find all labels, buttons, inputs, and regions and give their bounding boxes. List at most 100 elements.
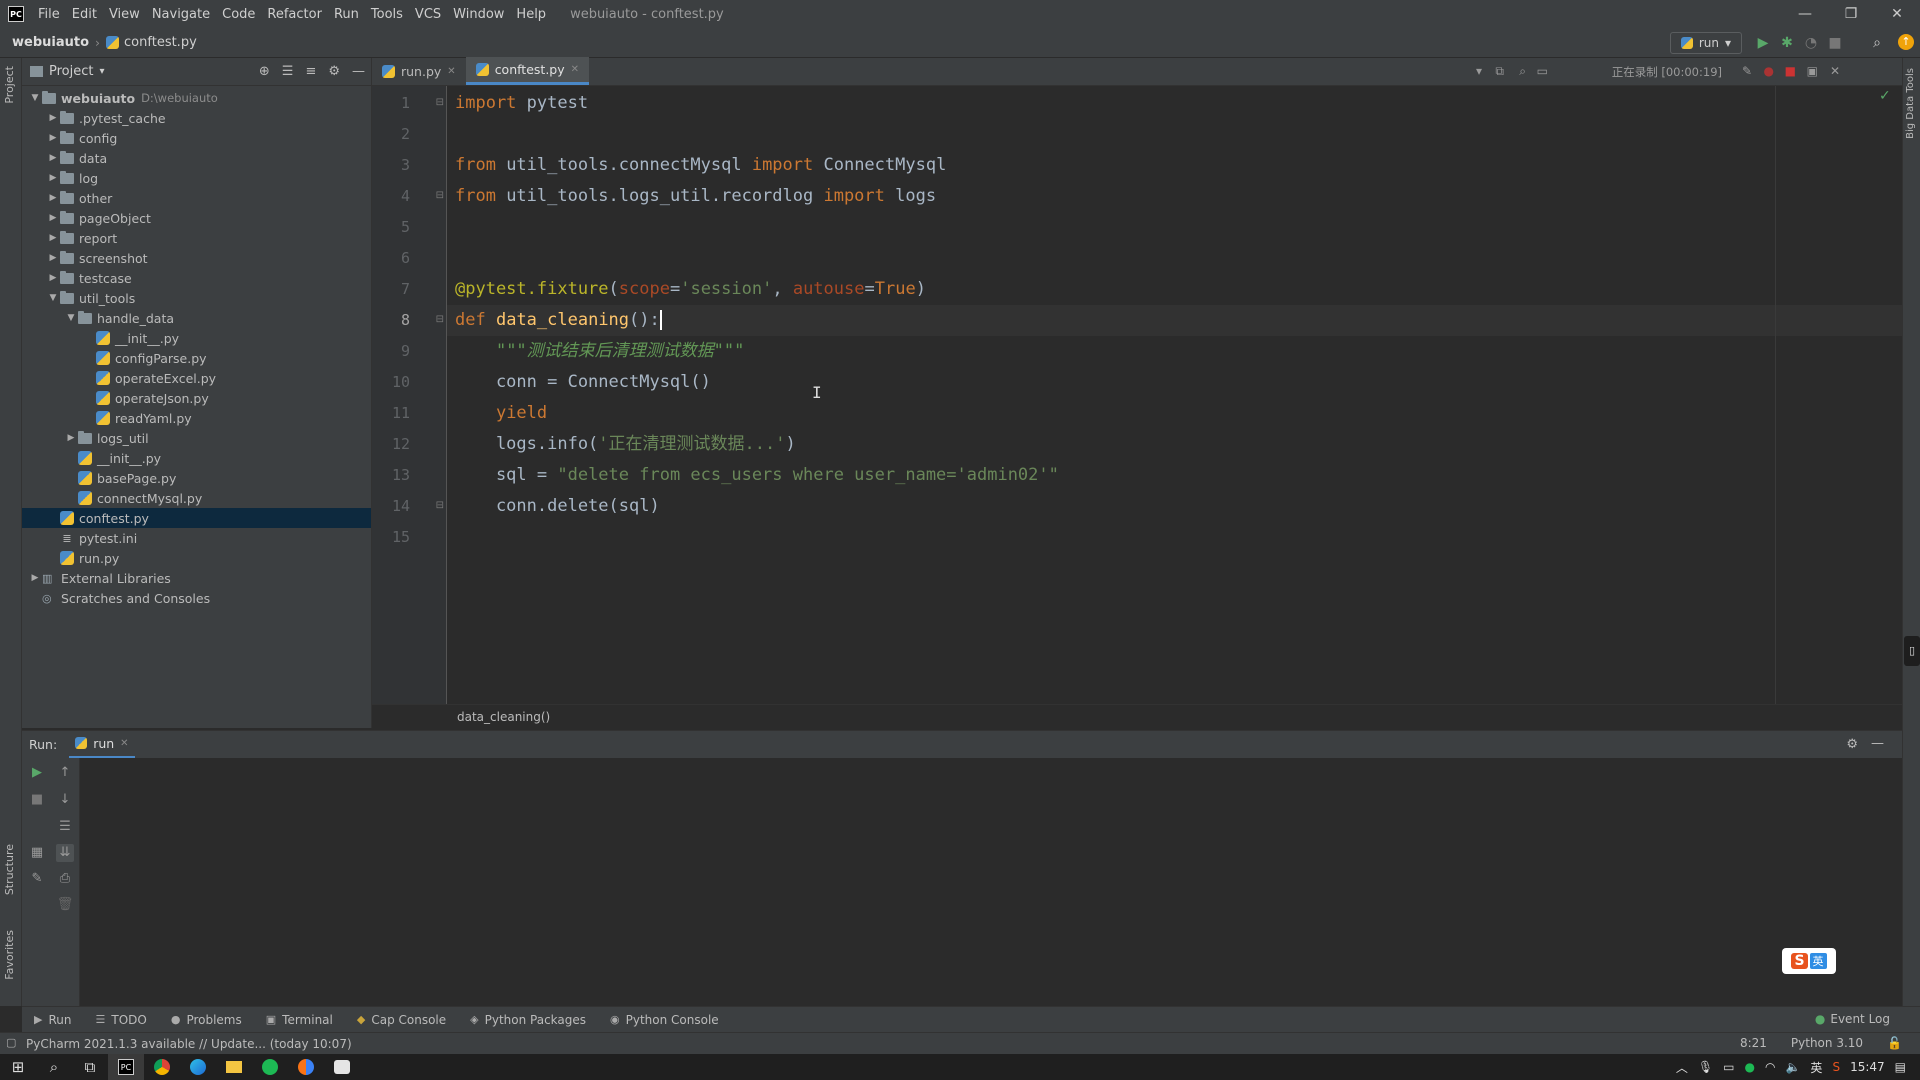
gear-icon[interactable]: ⚙ <box>1846 737 1858 752</box>
search-icon[interactable]: ⌕ <box>36 1054 72 1080</box>
menu-file[interactable]: File <box>32 7 66 22</box>
structure-tool-tab[interactable]: Structure <box>3 844 16 895</box>
hide-icon[interactable]: — <box>1871 736 1884 751</box>
expand-all-icon[interactable]: ☰ <box>282 64 294 79</box>
pin-icon[interactable]: ✎ <box>28 870 46 888</box>
chevron-right-icon[interactable]: ▶ <box>46 133 60 143</box>
code-line[interactable]: sql = "delete from ecs_users where user_… <box>455 460 1059 491</box>
menu-vcs[interactable]: VCS <box>409 7 447 22</box>
tab-run-py[interactable]: run.py ✕ <box>372 57 466 85</box>
chevron-right-icon[interactable]: ▶ <box>46 173 60 183</box>
trash-icon[interactable]: 🗑 <box>56 896 74 914</box>
gear-icon[interactable]: ⚙ <box>328 64 340 79</box>
chrome-icon[interactable] <box>144 1054 180 1080</box>
ime-indicator[interactable]: S 英 <box>1782 948 1836 974</box>
file-explorer-icon[interactable] <box>216 1054 252 1080</box>
chevron-right-icon[interactable]: ▶ <box>46 273 60 283</box>
tree-item[interactable]: ▶ log <box>22 168 371 188</box>
pen-icon[interactable]: ✎ <box>1742 64 1752 78</box>
locate-icon[interactable]: ⊕ <box>259 64 270 79</box>
code-line[interactable]: yield <box>455 398 547 429</box>
layout-icon[interactable]: ▦ <box>28 844 46 862</box>
tree-item[interactable]: ▶ ▥ External Libraries <box>22 568 371 588</box>
tool-tab-terminal[interactable]: ▣ Terminal <box>254 1013 345 1027</box>
network-icon[interactable]: ◠ <box>1765 1060 1775 1074</box>
python-interpreter[interactable]: Python 3.10 <box>1791 1036 1863 1050</box>
chevron-down-icon[interactable]: ▼ <box>46 293 60 303</box>
tree-item[interactable]: configParse.py <box>22 348 371 368</box>
collapse-all-icon[interactable]: ≡ <box>305 64 316 79</box>
project-panel-title[interactable]: Project <box>49 64 93 79</box>
tree-item[interactable]: ▶ screenshot <box>22 248 371 268</box>
window-icon[interactable]: ▭ <box>1537 64 1548 78</box>
tree-item[interactable]: ▶ testcase <box>22 268 371 288</box>
debug-icon[interactable]: ✱ <box>1778 34 1796 52</box>
windows-start-icon[interactable]: ⊞ <box>0 1054 36 1080</box>
tree-item[interactable]: connectMysql.py <box>22 488 371 508</box>
code-line[interactable]: logs.info('正在清理测试数据...') <box>455 429 796 460</box>
event-log-button[interactable]: ● Event Log <box>1815 1012 1890 1026</box>
chevron-right-icon[interactable]: ▶ <box>46 233 60 243</box>
nav-file[interactable]: conftest.py <box>124 35 197 50</box>
clock[interactable]: 15:47 <box>1850 1060 1885 1074</box>
chevron-down-icon[interactable]: ▼ <box>64 313 78 323</box>
app-chat-icon[interactable] <box>324 1054 360 1080</box>
tree-item[interactable]: ▶ pageObject <box>22 208 371 228</box>
tab-conftest-py[interactable]: conftest.py ✕ <box>465 57 590 85</box>
stop-icon[interactable]: ■ <box>1826 34 1844 52</box>
run-config-selector[interactable]: run ▾ <box>1669 32 1742 54</box>
chevron-right-icon[interactable]: ▶ <box>46 153 60 163</box>
breadcrumb-function[interactable]: data_cleaning() <box>457 710 550 724</box>
tree-item[interactable]: __init__.py <box>22 328 371 348</box>
fold-marker-icon[interactable]: ⊟ <box>436 314 444 325</box>
chevron-right-icon[interactable]: ▶ <box>46 253 60 263</box>
coverage-icon[interactable]: ◔ <box>1802 34 1820 52</box>
code-line[interactable]: """测试结束后清理测试数据""" <box>455 336 744 367</box>
lock-icon[interactable]: 🔓 <box>1887 1036 1902 1050</box>
tool-tab-todo[interactable]: ☰ TODO <box>83 1013 158 1027</box>
chevron-right-icon[interactable]: ▶ <box>46 213 60 223</box>
tool-tab-python-packages[interactable]: ◈ Python Packages <box>458 1013 598 1027</box>
camera-icon[interactable]: ▣ <box>1807 64 1818 78</box>
fold-marker-icon[interactable]: ⊟ <box>436 190 444 201</box>
tree-item[interactable]: __init__.py <box>22 448 371 468</box>
code-line[interactable]: conn = ConnectMysql() <box>455 367 711 398</box>
tree-item[interactable]: operateJson.py <box>22 388 371 408</box>
tool-tab-run[interactable]: ▶ Run <box>22 1013 83 1027</box>
pycharm-taskbar-icon[interactable]: PC <box>108 1054 144 1080</box>
sogou-tray-icon[interactable]: S <box>1832 1060 1840 1074</box>
tree-item[interactable]: run.py <box>22 548 371 568</box>
tree-item[interactable]: ▶ .pytest_cache <box>22 108 371 128</box>
menu-code[interactable]: Code <box>216 7 261 22</box>
chevron-down-icon[interactable]: ▼ <box>28 93 42 103</box>
tool-tab-problems[interactable]: ● Problems <box>159 1013 254 1027</box>
soft-wrap-icon[interactable]: ☰ <box>56 818 74 836</box>
hide-icon[interactable]: — <box>352 64 365 79</box>
notification-icon[interactable]: ▤ <box>1895 1060 1906 1074</box>
fold-marker-icon[interactable]: ⊟ <box>436 500 444 511</box>
tree-item[interactable]: conftest.py <box>22 508 371 528</box>
fold-marker-icon[interactable]: ⊟ <box>436 97 444 108</box>
close-tab-icon[interactable]: ✕ <box>447 66 455 77</box>
chevron-up-icon[interactable]: ︿ <box>1676 1059 1688 1076</box>
print-icon[interactable]: ⎙ <box>56 870 74 888</box>
tree-item[interactable]: ≣ pytest.ini <box>22 528 371 548</box>
task-view-icon[interactable]: ⧉ <box>72 1054 108 1080</box>
tree-item[interactable]: ▶ other <box>22 188 371 208</box>
search-icon[interactable]: ⌕ <box>1868 34 1886 52</box>
close-tab-icon[interactable]: ✕ <box>120 738 128 749</box>
code-line[interactable]: import pytest <box>455 88 588 119</box>
app-browser-icon[interactable] <box>288 1054 324 1080</box>
status-message[interactable]: PyCharm 2021.1.3 available // Update... … <box>0 1037 352 1051</box>
tree-item[interactable]: basePage.py <box>22 468 371 488</box>
tree-item[interactable]: ▼ webuiauto D:\webuiauto <box>22 88 371 108</box>
close-window-icon[interactable]: ✕ <box>1874 0 1920 28</box>
close-recorder-icon[interactable]: ✕ <box>1830 64 1840 78</box>
stop-record-icon[interactable]: ■ <box>1785 64 1796 78</box>
chevron-right-icon[interactable]: ▶ <box>28 573 42 583</box>
tree-item[interactable]: ▶ data <box>22 148 371 168</box>
tab-list-icon[interactable]: ▾ <box>1476 64 1482 78</box>
chevron-down-icon[interactable]: ▾ <box>99 66 104 77</box>
menu-help[interactable]: Help <box>510 7 552 22</box>
tree-item[interactable]: ◎ Scratches and Consoles <box>22 588 371 608</box>
